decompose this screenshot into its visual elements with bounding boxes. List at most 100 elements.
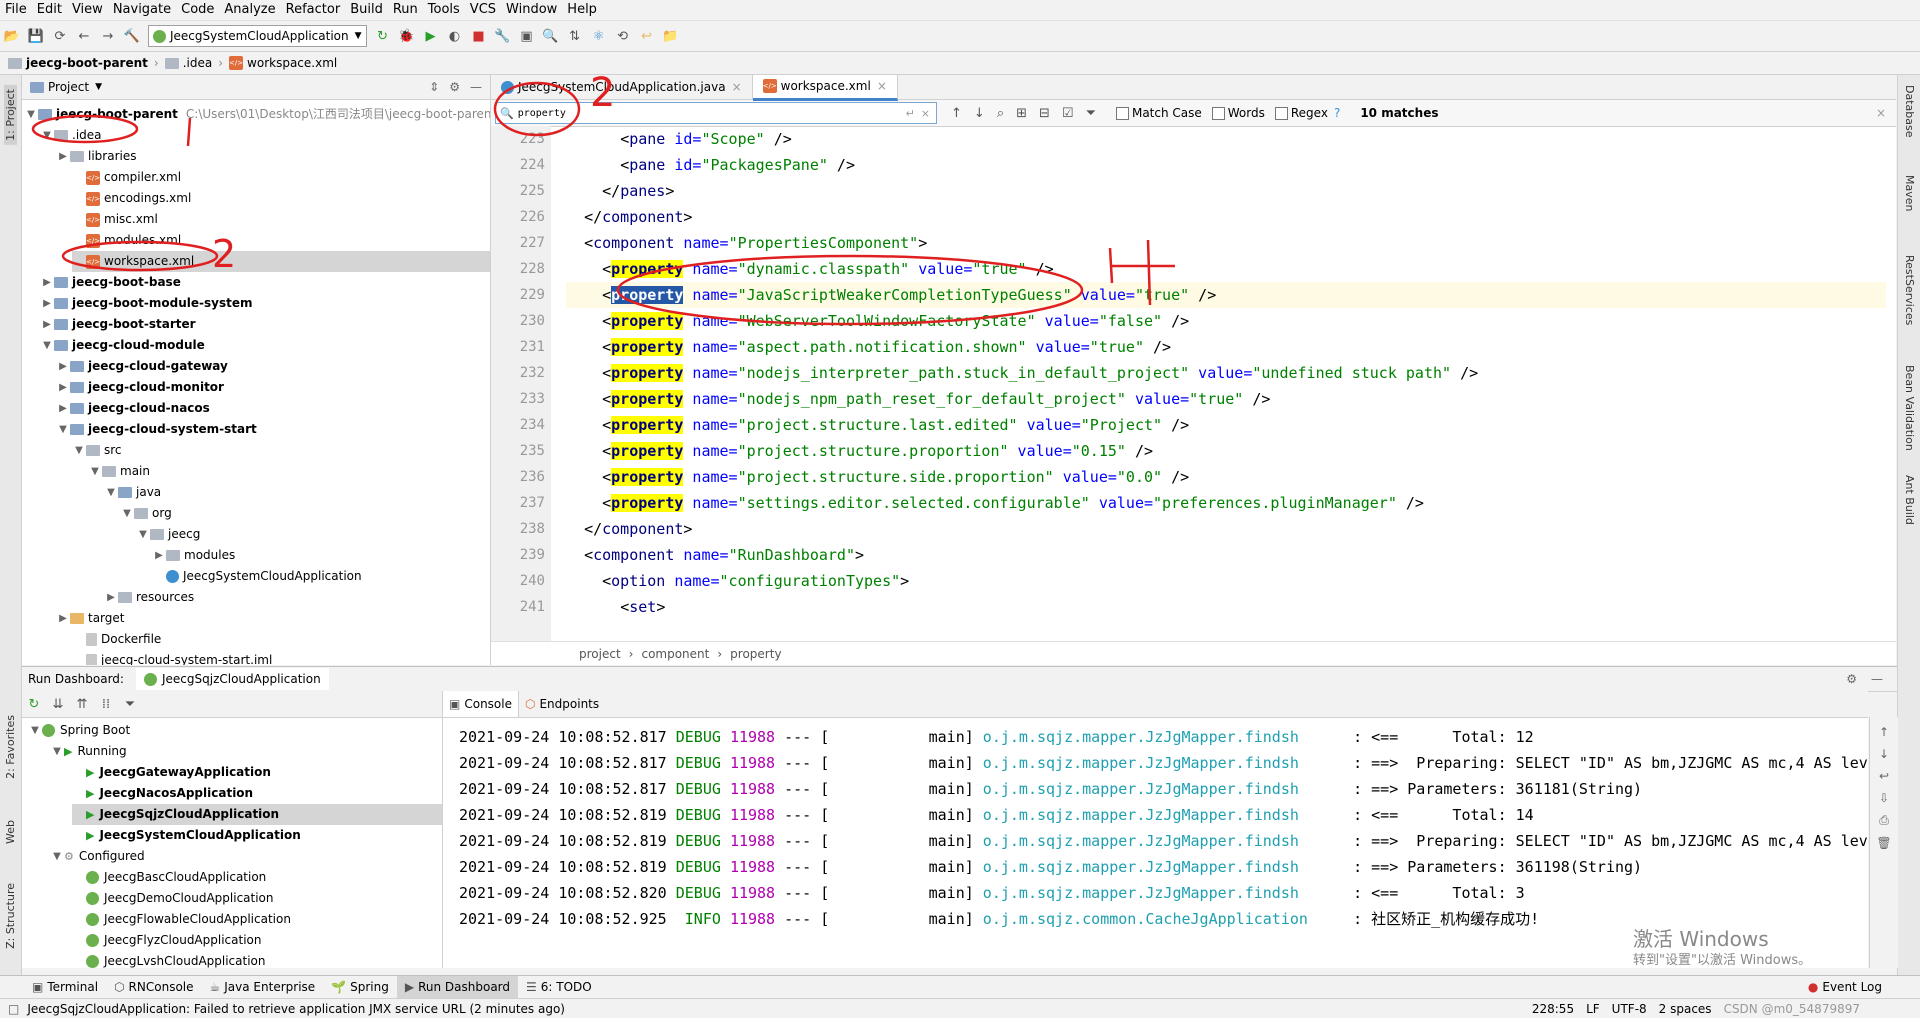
- chevron-right-icon[interactable]: ▶: [56, 608, 70, 629]
- indent-setting[interactable]: 2 spaces: [1659, 1002, 1712, 1016]
- menu-code[interactable]: Code: [176, 0, 219, 20]
- next-match-icon[interactable]: ↓: [974, 106, 985, 121]
- tree-item[interactable]: ▶ jeecg-boot-starter: [40, 314, 195, 335]
- gear-icon[interactable]: ⚙: [1846, 672, 1857, 686]
- profile-icon[interactable]: ◐: [447, 28, 463, 44]
- tab-endpoints[interactable]: ⬡ Endpoints: [519, 691, 605, 717]
- coverage-icon[interactable]: ▶: [423, 28, 439, 44]
- expand-all-icon[interactable]: ⇊: [50, 696, 66, 712]
- filter-icon[interactable]: ⏷: [122, 696, 138, 712]
- chevron-right-icon[interactable]: ▶: [56, 377, 70, 398]
- sync-icon[interactable]: ⟳: [52, 28, 68, 44]
- chevron-right-icon[interactable]: ▶: [56, 398, 70, 419]
- rerun-icon[interactable]: ↻: [26, 696, 42, 712]
- menu-navigate[interactable]: Navigate: [108, 0, 176, 20]
- forward-icon[interactable]: →: [100, 28, 116, 44]
- find-all-icon[interactable]: ⌕: [997, 106, 1004, 121]
- tree-item[interactable]: ▼ jeecg-cloud-system-start: [56, 419, 257, 440]
- stripe-structure[interactable]: Z: Structure: [4, 883, 17, 949]
- stripe-maven[interactable]: Maven: [1903, 175, 1916, 211]
- refresh-icon[interactable]: ⟲: [615, 28, 631, 44]
- tree-item[interactable]: ▼ java: [104, 482, 161, 503]
- run-tree-item[interactable]: ▼ Spring Boot: [28, 720, 130, 741]
- select-all-icon[interactable]: ☑: [1062, 106, 1074, 121]
- run-tree-item[interactable]: JeecgFlyzCloudApplication: [72, 930, 261, 951]
- chevron-right-icon[interactable]: ▶: [56, 356, 70, 377]
- group-icon[interactable]: ⁞⁞: [98, 696, 114, 712]
- menu-refactor[interactable]: Refactor: [281, 0, 346, 20]
- stripe-bean-validation[interactable]: Bean Validation: [1903, 365, 1916, 451]
- run-dashboard-tab[interactable]: JeecgSqjzCloudApplication: [135, 668, 329, 690]
- open-icon[interactable]: 📂: [4, 28, 20, 44]
- scroll-down-icon[interactable]: ↓: [1870, 747, 1898, 761]
- tree-item[interactable]: </> compiler.xml: [72, 167, 181, 188]
- menu-run[interactable]: Run: [388, 0, 423, 20]
- run-tree-item[interactable]: JeecgLvshCloudApplication: [72, 951, 266, 968]
- project-panel-title[interactable]: Project: [48, 80, 89, 94]
- chevron-down-icon[interactable]: ▼: [40, 335, 54, 356]
- menu-view[interactable]: View: [67, 0, 108, 20]
- run-config-select[interactable]: JeecgSystemCloudApplication ▼: [148, 25, 367, 47]
- collapse-all-icon[interactable]: ⇈: [74, 696, 90, 712]
- print-icon[interactable]: ⎙: [1870, 813, 1898, 828]
- tool-tab[interactable]: ☰ 6: TODO: [518, 976, 600, 998]
- chevron-right-icon[interactable]: ▶: [40, 314, 54, 335]
- chevron-down-icon[interactable]: ▼: [50, 741, 64, 762]
- run-tree-item[interactable]: ▶ JeecgGatewayApplication: [72, 762, 271, 783]
- menu-build[interactable]: Build: [345, 0, 388, 20]
- collapse-icon[interactable]: ⇕: [429, 80, 439, 94]
- tree-item[interactable]: ▶ jeecg-boot-module-system: [40, 293, 252, 314]
- event-log-tab[interactable]: ● Event Log: [1800, 976, 1890, 998]
- match-case-option[interactable]: Match Case: [1115, 106, 1202, 120]
- chevron-down-icon[interactable]: ▼: [120, 503, 134, 524]
- tab-java[interactable]: JeecgSystemCloudApplication.java ×: [491, 75, 753, 99]
- search-icon[interactable]: 🔍: [542, 28, 558, 44]
- tool-tab[interactable]: ▣ Terminal: [24, 976, 106, 998]
- run-tree-item[interactable]: ▶ JeecgNacosApplication: [72, 783, 253, 804]
- tool-tab[interactable]: 🌱 Spring: [323, 976, 397, 998]
- menu-window[interactable]: Window: [501, 0, 562, 20]
- tree-item[interactable]: ▼ .idea: [40, 125, 101, 146]
- tree-item[interactable]: ▼ jeecg: [136, 524, 200, 545]
- chevron-down-icon[interactable]: ▼: [95, 82, 102, 92]
- tree-item[interactable]: Dockerfile: [72, 629, 161, 650]
- tree-item[interactable]: </> workspace.xml: [72, 251, 490, 272]
- tree-item[interactable]: ▼ org: [120, 503, 172, 524]
- tree-item-root[interactable]: ▼ jeecg-boot-parent C:\Users\01\Desktop\…: [24, 104, 490, 125]
- caret-position[interactable]: 228:55: [1532, 1002, 1574, 1016]
- run-tree-item[interactable]: JeecgDemoCloudApplication: [72, 888, 274, 909]
- close-icon[interactable]: ×: [877, 79, 887, 93]
- tree-item[interactable]: ▼ src: [72, 440, 121, 461]
- crumb-component[interactable]: component: [641, 647, 709, 661]
- search-input[interactable]: 🔍 property ↵ ×: [495, 102, 937, 124]
- tree-item[interactable]: ▶ libraries: [56, 146, 136, 167]
- nav-crumb-root[interactable]: jeecg-boot-parent: [26, 56, 148, 70]
- trash-icon[interactable]: 🗑: [1870, 836, 1898, 850]
- tree-item[interactable]: jeecg-cloud-system-start.iml: [72, 650, 272, 665]
- tree-item[interactable]: ▶ modules: [152, 545, 235, 566]
- tree-item[interactable]: </> modules.xml: [72, 230, 181, 251]
- stripe-favorites[interactable]: 2: Favorites: [4, 715, 17, 779]
- close-icon[interactable]: ×: [1876, 106, 1886, 120]
- chevron-right-icon[interactable]: ▶: [152, 545, 166, 566]
- tree-item[interactable]: ▶ resources: [104, 587, 194, 608]
- tree-item[interactable]: ▶ target: [56, 608, 124, 629]
- stripe-restservices[interactable]: RestServices: [1903, 255, 1916, 325]
- stripe-project[interactable]: 1: Project: [4, 85, 17, 145]
- previous-match-icon[interactable]: ↑: [951, 106, 962, 121]
- add-occurrence-icon[interactable]: ⊞: [1016, 106, 1027, 121]
- tab-workspace-xml[interactable]: </> workspace.xml ×: [752, 75, 898, 101]
- menu-tools[interactable]: Tools: [423, 0, 465, 20]
- chevron-right-icon[interactable]: ▶: [104, 587, 118, 608]
- chevron-down-icon[interactable]: ▼: [72, 440, 86, 461]
- run-tree-item[interactable]: JeecgBascCloudApplication: [72, 867, 266, 888]
- crumb-project[interactable]: project: [579, 647, 621, 661]
- menu-help[interactable]: Help: [562, 0, 602, 20]
- folder-icon[interactable]: 📁: [662, 28, 678, 44]
- stripe-database[interactable]: Database: [1903, 85, 1916, 138]
- crumb-property[interactable]: property: [730, 647, 781, 661]
- soft-wrap-icon[interactable]: ↩: [1870, 769, 1898, 783]
- tree-item[interactable]: </> encodings.xml: [72, 188, 191, 209]
- back-arrow-icon[interactable]: ↩: [639, 28, 655, 44]
- tool-tab[interactable]: ▶ Run Dashboard: [396, 976, 519, 998]
